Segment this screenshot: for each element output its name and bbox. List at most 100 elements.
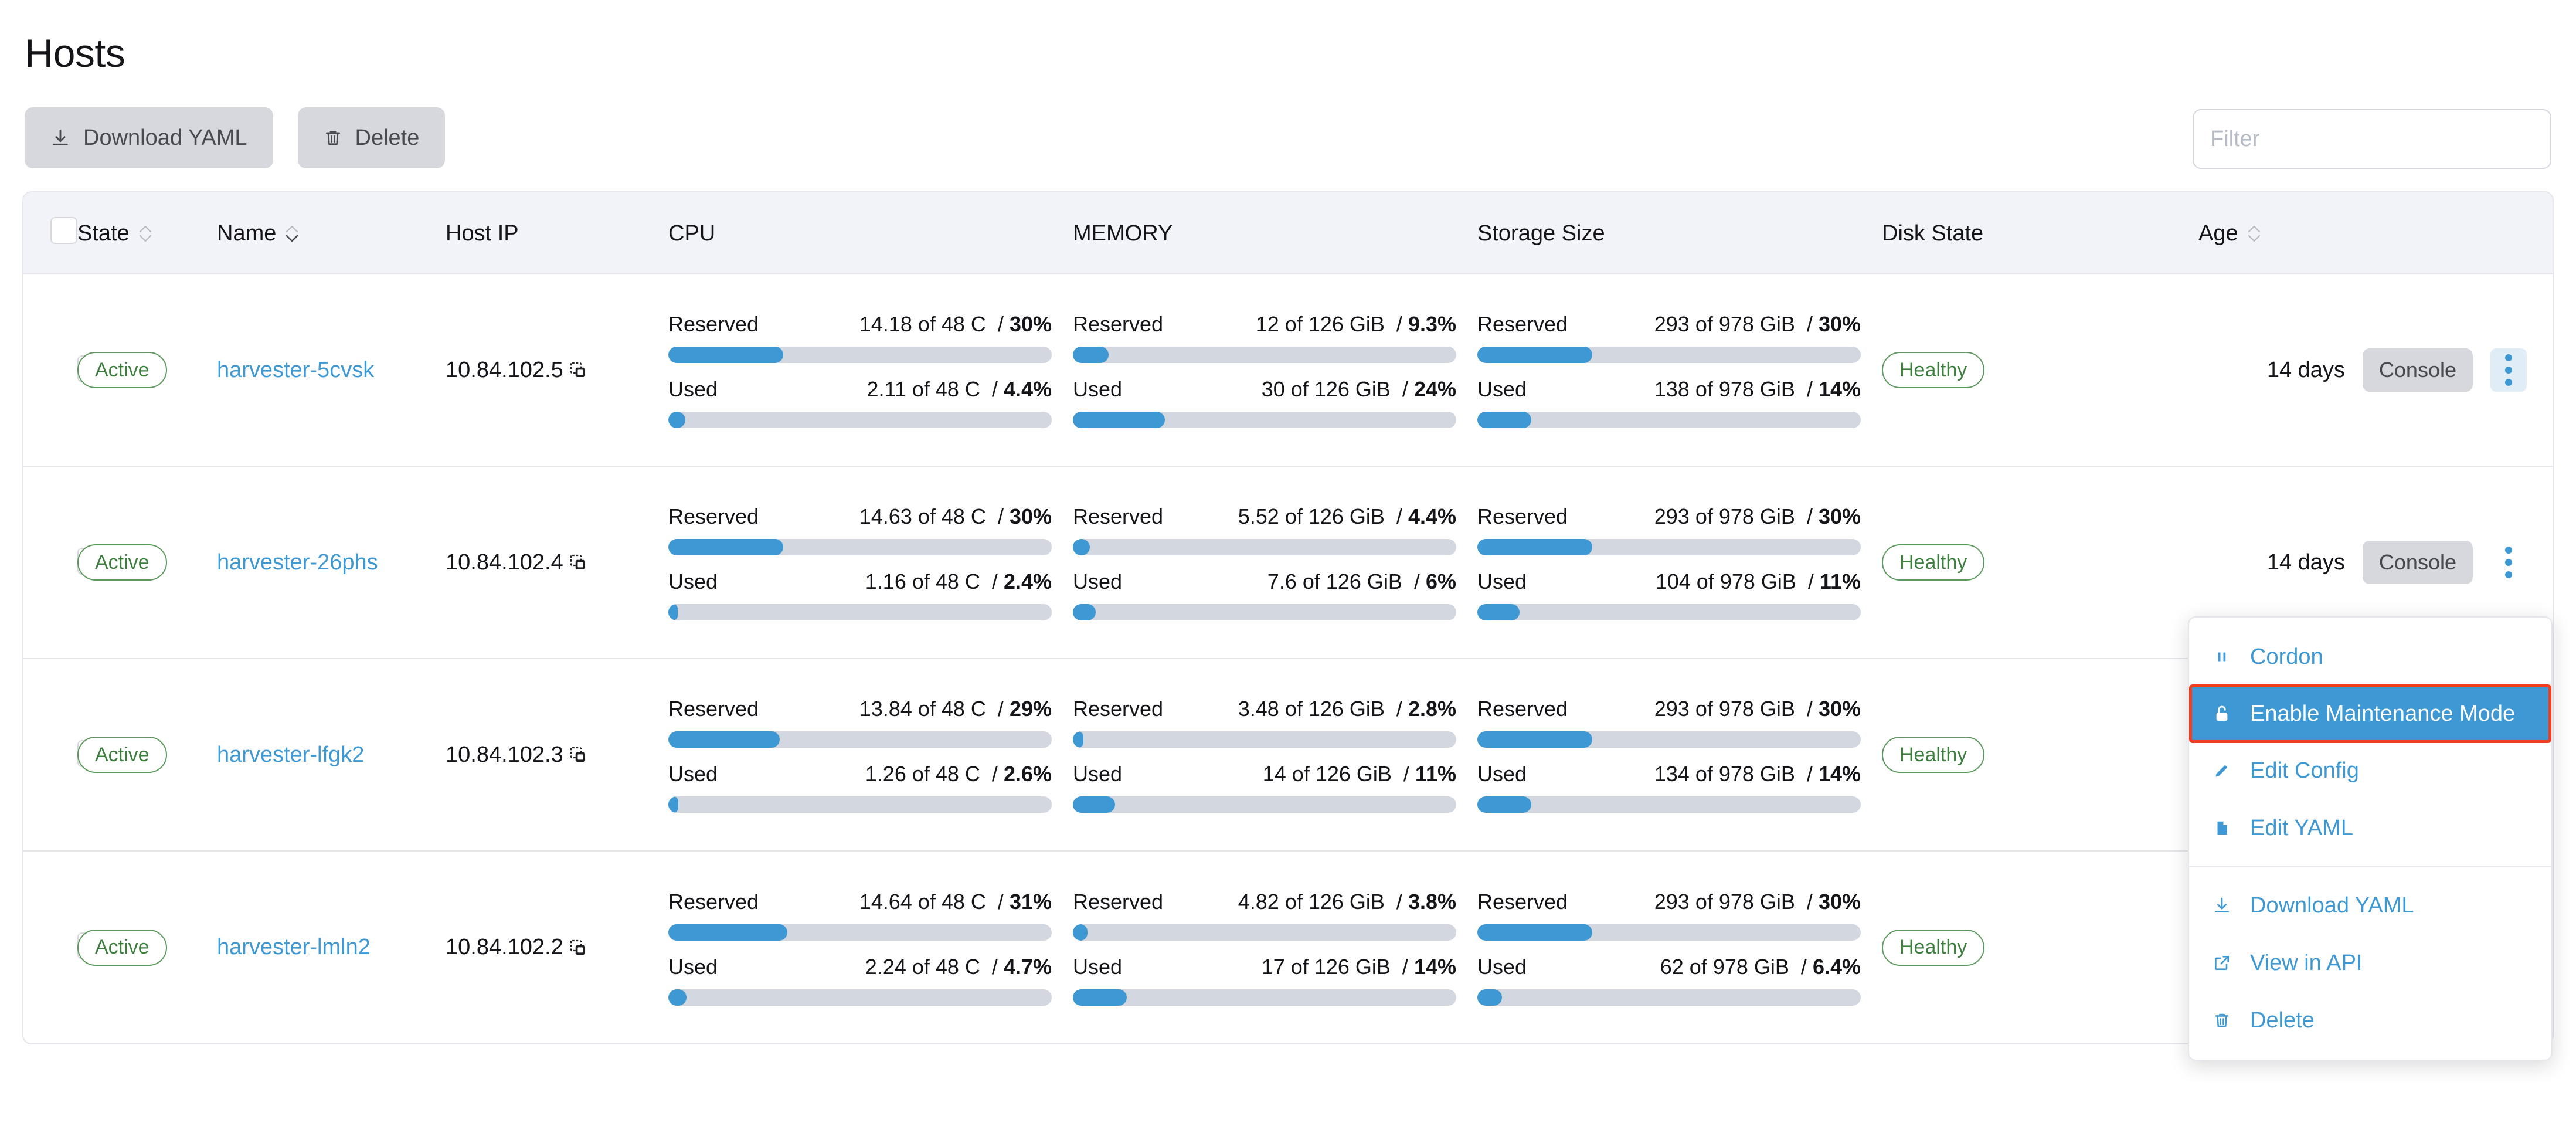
row-actions-menu-button[interactable] bbox=[2490, 541, 2527, 584]
row-select-cell bbox=[23, 274, 77, 466]
console-button[interactable]: Console bbox=[2363, 348, 2473, 392]
column-header-host-ip: Host IP bbox=[446, 192, 668, 274]
copy-icon[interactable] bbox=[568, 552, 588, 572]
row-state-cell: Active bbox=[77, 274, 217, 466]
sort-icon-name[interactable] bbox=[286, 225, 298, 242]
delete-button[interactable]: Delete bbox=[298, 107, 446, 168]
column-header-state[interactable]: State bbox=[77, 192, 217, 274]
disk-state-badge: Healthy bbox=[1882, 737, 1984, 773]
host-name-link[interactable]: harvester-26phs bbox=[217, 550, 378, 575]
row-select-cell bbox=[23, 466, 77, 659]
menu-item-download-yaml[interactable]: Download YAML bbox=[2189, 877, 2551, 934]
metric-cpu-used: Used1.26 of 48 C/ 2.6% bbox=[668, 762, 1052, 786]
metric-label: Used bbox=[1477, 569, 1527, 594]
sort-icon-state[interactable] bbox=[139, 225, 152, 242]
metric-group-memory: Reserved4.82 of 126 GiB/ 3.8%Used17 of 1… bbox=[1073, 890, 1477, 1006]
metric-percent: / 14% bbox=[1807, 762, 1861, 786]
status-badge: Active bbox=[77, 737, 167, 773]
row-cpu-cell: Reserved14.63 of 48 C/ 30%Used1.16 of 48… bbox=[668, 466, 1073, 659]
table-row[interactable]: Activeharvester-lfgk210.84.102.3Reserved… bbox=[23, 659, 2553, 851]
download-yaml-label: Download YAML bbox=[83, 125, 247, 151]
row-actions-menu-button[interactable] bbox=[2490, 348, 2527, 392]
metric-amount: 2.24 of 48 C bbox=[718, 955, 980, 979]
copy-icon[interactable] bbox=[568, 745, 588, 765]
metric-bar-cpu-used bbox=[668, 604, 1052, 620]
metric-percent: / 6% bbox=[1414, 569, 1456, 594]
metric-group-cpu: Reserved13.84 of 48 C/ 29%Used1.26 of 48… bbox=[668, 697, 1073, 813]
metric-amount: 17 of 126 GiB bbox=[1122, 955, 1391, 979]
filter-input[interactable] bbox=[2210, 127, 2534, 152]
metric-amount: 14.64 of 48 C bbox=[759, 890, 986, 914]
metric-bar-storage-reserved bbox=[1477, 731, 1861, 748]
metric-percent: / 31% bbox=[998, 890, 1052, 914]
status-badge: Active bbox=[77, 544, 167, 581]
host-name-link[interactable]: harvester-5cvsk bbox=[217, 358, 374, 382]
menu-item-view-in-api[interactable]: View in API bbox=[2189, 934, 2551, 992]
menu-item-enable-maintenance-mode[interactable]: Enable Maintenance Mode bbox=[2189, 684, 2551, 743]
column-header-state-label: State bbox=[77, 221, 130, 246]
row-state-cell: Active bbox=[77, 659, 217, 851]
menu-item-cordon[interactable]: Cordon bbox=[2189, 628, 2551, 686]
metric-storage-reserved: Reserved293 of 978 GiB/ 30% bbox=[1477, 890, 1861, 914]
metric-percent: / 9.3% bbox=[1396, 312, 1456, 337]
hosts-page: Hosts Download YAML Delete bbox=[0, 0, 2576, 1133]
metric-storage-reserved: Reserved293 of 978 GiB/ 30% bbox=[1477, 504, 1861, 529]
copy-icon[interactable] bbox=[568, 360, 588, 380]
table-row[interactable]: Activeharvester-lmln210.84.102.2Reserved… bbox=[23, 851, 2553, 1043]
row-storage-cell: Reserved293 of 978 GiB/ 30%Used62 of 978… bbox=[1477, 851, 1882, 1043]
column-header-name[interactable]: Name bbox=[217, 192, 446, 274]
row-host-ip-cell: 10.84.102.4 bbox=[446, 466, 668, 659]
toolbar: Download YAML Delete bbox=[22, 106, 2554, 170]
metric-amount: 13.84 of 48 C bbox=[759, 697, 986, 721]
metric-storage-used: Used104 of 978 GiB/ 11% bbox=[1477, 569, 1861, 594]
menu-item-edit-yaml[interactable]: Edit YAML bbox=[2189, 799, 2551, 857]
download-yaml-button[interactable]: Download YAML bbox=[25, 107, 273, 168]
metric-cpu-used: Used2.24 of 48 C/ 4.7% bbox=[668, 955, 1052, 979]
trash-icon bbox=[324, 128, 342, 147]
metric-percent: / 4.4% bbox=[1396, 504, 1456, 529]
status-badge: Active bbox=[77, 352, 167, 388]
metric-label: Reserved bbox=[668, 504, 759, 529]
row-state-cell: Active bbox=[77, 851, 217, 1043]
metric-amount: 134 of 978 GiB bbox=[1527, 762, 1795, 786]
metric-percent: / 30% bbox=[1807, 312, 1861, 337]
row-cpu-cell: Reserved14.64 of 48 C/ 31%Used2.24 of 48… bbox=[668, 851, 1073, 1043]
host-name-link[interactable]: harvester-lmln2 bbox=[217, 935, 371, 959]
metric-label: Used bbox=[668, 762, 718, 786]
metric-group-cpu: Reserved14.63 of 48 C/ 30%Used1.16 of 48… bbox=[668, 504, 1073, 620]
metric-bar-memory-used bbox=[1073, 412, 1456, 428]
metric-label: Reserved bbox=[1073, 312, 1163, 337]
table-row[interactable]: Activeharvester-5cvsk10.84.102.5Reserved… bbox=[23, 274, 2553, 466]
row-name-cell: harvester-lfgk2 bbox=[217, 659, 446, 851]
menu-item-edit-config[interactable]: Edit Config bbox=[2189, 742, 2551, 799]
metric-amount: 293 of 978 GiB bbox=[1568, 312, 1795, 337]
console-button[interactable]: Console bbox=[2363, 541, 2473, 584]
sort-icon-age[interactable] bbox=[2248, 225, 2261, 242]
host-name-link[interactable]: harvester-lfgk2 bbox=[217, 742, 364, 767]
column-header-storage-size-label: Storage Size bbox=[1477, 221, 1605, 246]
metric-amount: 14 of 126 GiB bbox=[1122, 762, 1392, 786]
metric-percent: / 4.7% bbox=[992, 955, 1052, 979]
metric-group-cpu: Reserved14.64 of 48 C/ 31%Used2.24 of 48… bbox=[668, 890, 1073, 1006]
row-cpu-cell: Reserved14.18 of 48 C/ 30%Used2.11 of 48… bbox=[668, 274, 1073, 466]
metric-percent: / 30% bbox=[1807, 504, 1861, 529]
metric-label: Used bbox=[1073, 762, 1122, 786]
table-row[interactable]: Active harvester-26phs 10.84.102.4 Reserved… bbox=[23, 466, 2553, 659]
metric-percent: / 2.4% bbox=[992, 569, 1052, 594]
host-ip-value: 10.84.102.4 bbox=[446, 550, 563, 575]
metric-memory-reserved: Reserved4.82 of 126 GiB/ 3.8% bbox=[1073, 890, 1456, 914]
metric-cpu-used: Used1.16 of 48 C/ 2.4% bbox=[668, 569, 1052, 594]
menu-item-delete[interactable]: Delete bbox=[2189, 992, 2551, 1049]
row-context-menu[interactable]: CordonEnable Maintenance ModeEdit Config… bbox=[2188, 616, 2553, 1061]
metric-percent: / 30% bbox=[1807, 890, 1861, 914]
table-header-row: State Name bbox=[23, 192, 2553, 274]
metric-bar-cpu-used bbox=[668, 989, 1052, 1006]
metric-storage-reserved: Reserved293 of 978 GiB/ 30% bbox=[1477, 312, 1861, 337]
column-header-age[interactable]: Age bbox=[2198, 192, 2553, 274]
copy-icon[interactable] bbox=[568, 938, 588, 958]
select-all-checkbox[interactable] bbox=[50, 217, 77, 244]
metric-storage-used: Used134 of 978 GiB/ 14% bbox=[1477, 762, 1861, 786]
metric-percent: / 11% bbox=[1403, 762, 1456, 786]
row-state-cell: Active bbox=[77, 466, 217, 659]
external-link-icon bbox=[2210, 954, 2234, 972]
